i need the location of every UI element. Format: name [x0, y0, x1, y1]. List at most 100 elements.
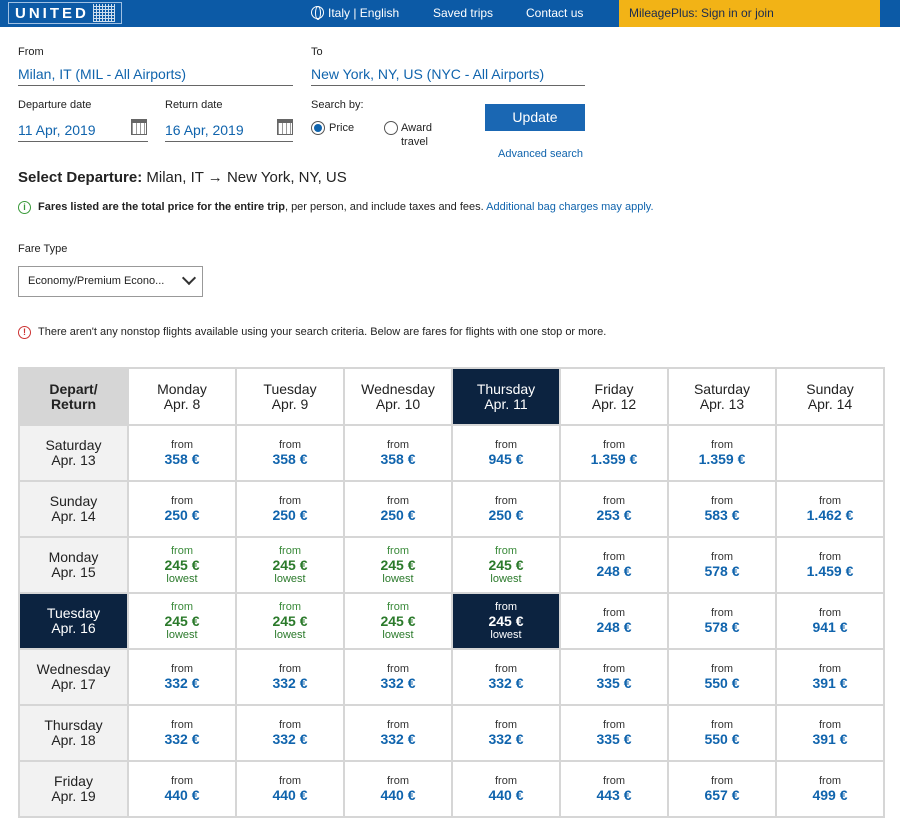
- row-header-saturday[interactable]: Saturday Apr. 13: [18, 424, 129, 482]
- fare-cell[interactable]: from 1.359 €: [559, 424, 669, 482]
- fare-cell[interactable]: from 332 €: [127, 704, 237, 762]
- column-header-monday[interactable]: Monday Apr. 8: [127, 367, 237, 426]
- fare-price: 1.459 €: [806, 563, 854, 579]
- fare-from-label: from: [711, 495, 733, 507]
- fare-cell[interactable]: from 358 €: [235, 424, 345, 482]
- row-header-monday[interactable]: Monday Apr. 15: [18, 536, 129, 594]
- fare-cell[interactable]: from 245 € lowest: [451, 592, 561, 650]
- fare-from-label: from: [387, 545, 409, 557]
- fare-cell[interactable]: from 332 €: [343, 648, 453, 706]
- table-row: Wednesday Apr. 17 from 332 € from 332 € from 33…: [18, 648, 885, 706]
- fare-cell[interactable]: from 657 €: [667, 760, 777, 818]
- fare-cell[interactable]: from 248 €: [559, 592, 669, 650]
- fare-cell[interactable]: from 440 €: [127, 760, 237, 818]
- saved-trips-link[interactable]: Saved trips: [433, 0, 493, 27]
- fare-cell[interactable]: from 578 €: [667, 592, 777, 650]
- fare-price: 332 €: [272, 675, 308, 691]
- advanced-search-link[interactable]: Advanced search: [498, 148, 583, 160]
- fare-from-label: from: [711, 719, 733, 731]
- fare-from-label: from: [819, 719, 841, 731]
- bag-charges-link[interactable]: Additional bag charges may apply.: [486, 201, 653, 213]
- fare-cell[interactable]: from 245 € lowest: [343, 592, 453, 650]
- award-travel-radio[interactable]: [384, 121, 398, 135]
- fare-cell[interactable]: from 245 € lowest: [451, 536, 561, 594]
- fare-cell[interactable]: from 550 €: [667, 704, 777, 762]
- column-header-friday[interactable]: Friday Apr. 12: [559, 367, 669, 426]
- fare-cell[interactable]: from 332 €: [235, 704, 345, 762]
- fare-cell[interactable]: from 332 €: [451, 648, 561, 706]
- fare-cell[interactable]: from 245 € lowest: [127, 592, 237, 650]
- from-field[interactable]: Milan, IT (MIL - All Airports): [18, 66, 293, 86]
- fare-from-label: from: [279, 601, 301, 613]
- fare-cell[interactable]: from 332 €: [235, 648, 345, 706]
- fare-cell[interactable]: from 550 €: [667, 648, 777, 706]
- fare-cell[interactable]: from 245 € lowest: [235, 592, 345, 650]
- fare-cell[interactable]: from 391 €: [775, 704, 885, 762]
- fare-cell[interactable]: from 250 €: [343, 480, 453, 538]
- fare-cell[interactable]: from 250 €: [235, 480, 345, 538]
- fare-from-label: from: [279, 663, 301, 675]
- row-header-friday[interactable]: Friday Apr. 19: [18, 760, 129, 818]
- fare-cell[interactable]: from 440 €: [343, 760, 453, 818]
- fare-cell[interactable]: from 358 €: [343, 424, 453, 482]
- united-logo[interactable]: UNITED: [8, 2, 122, 24]
- table-row: Tuesday Apr. 16 from 245 € lowest from 245 € lo…: [18, 592, 885, 650]
- fare-cell[interactable]: from 499 €: [775, 760, 885, 818]
- column-header-thursday[interactable]: Thursday Apr. 11: [451, 367, 561, 426]
- column-header-wednesday[interactable]: Wednesday Apr. 10: [343, 367, 453, 426]
- lowest-label: lowest: [166, 629, 198, 641]
- column-header-sunday[interactable]: Sunday Apr. 14: [775, 367, 885, 426]
- mileageplus-signin-link[interactable]: MileagePlus: Sign in or join: [619, 0, 880, 27]
- fare-cell[interactable]: from 578 €: [667, 536, 777, 594]
- price-radio[interactable]: [311, 121, 325, 135]
- fare-from-label: from: [495, 719, 517, 731]
- fare-cell[interactable]: from 941 €: [775, 592, 885, 650]
- fare-cell[interactable]: from 245 € lowest: [235, 536, 345, 594]
- row-header-thursday[interactable]: Thursday Apr. 18: [18, 704, 129, 762]
- fare-price: 248 €: [596, 619, 632, 635]
- fare-cell[interactable]: from 250 €: [127, 480, 237, 538]
- fare-cell[interactable]: from 332 €: [127, 648, 237, 706]
- fare-cell[interactable]: from 583 €: [667, 480, 777, 538]
- row-header-tuesday[interactable]: Tuesday Apr. 16: [18, 592, 129, 650]
- update-button[interactable]: Update: [485, 104, 585, 131]
- fare-cell[interactable]: from 250 €: [451, 480, 561, 538]
- departure-calendar-icon[interactable]: [131, 119, 147, 135]
- fare-cell[interactable]: from 443 €: [559, 760, 669, 818]
- grid-corner-header: Depart/Return: [18, 367, 129, 426]
- language-selector[interactable]: Italy | English: [311, 0, 399, 27]
- fare-cell[interactable]: from 245 € lowest: [127, 536, 237, 594]
- to-field[interactable]: New York, NY, US (NYC - All Airports): [311, 66, 585, 86]
- return-calendar-icon[interactable]: [277, 119, 293, 135]
- fare-type-select[interactable]: Economy/Premium Econo...: [18, 266, 203, 297]
- fare-cell[interactable]: from 335 €: [559, 648, 669, 706]
- row-date: Apr. 13: [51, 452, 96, 468]
- fare-cell[interactable]: from 358 €: [127, 424, 237, 482]
- fare-price: 1.359 €: [590, 451, 638, 467]
- fare-cell[interactable]: from 1.462 €: [775, 480, 885, 538]
- column-header-tuesday[interactable]: Tuesday Apr. 9: [235, 367, 345, 426]
- fare-cell[interactable]: from 245 € lowest: [343, 536, 453, 594]
- return-date-field[interactable]: 16 Apr, 2019: [165, 122, 293, 142]
- fare-cell[interactable]: from 440 €: [451, 760, 561, 818]
- contact-us-link[interactable]: Contact us: [526, 0, 583, 27]
- fare-cell[interactable]: from 253 €: [559, 480, 669, 538]
- fare-cell[interactable]: from 440 €: [235, 760, 345, 818]
- fare-cell[interactable]: from 1.359 €: [667, 424, 777, 482]
- row-header-wednesday[interactable]: Wednesday Apr. 17: [18, 648, 129, 706]
- fare-cell[interactable]: from 1.459 €: [775, 536, 885, 594]
- column-day: Wednesday: [361, 380, 435, 397]
- departure-date-field[interactable]: 11 Apr, 2019: [18, 122, 148, 142]
- fare-cell[interactable]: from 945 €: [451, 424, 561, 482]
- fare-cell[interactable]: from 335 €: [559, 704, 669, 762]
- fare-cell[interactable]: from 332 €: [343, 704, 453, 762]
- fare-price: 245 €: [488, 613, 524, 629]
- fare-price: 358 €: [164, 451, 200, 467]
- row-header-sunday[interactable]: Sunday Apr. 14: [18, 480, 129, 538]
- fare-cell[interactable]: from 248 €: [559, 536, 669, 594]
- route-text: Milan, IT → New York, NY, US: [146, 169, 347, 186]
- fare-cell[interactable]: from 391 €: [775, 648, 885, 706]
- fare-cell[interactable]: from 332 €: [451, 704, 561, 762]
- lowest-label: lowest: [274, 629, 306, 641]
- column-header-saturday[interactable]: Saturday Apr. 13: [667, 367, 777, 426]
